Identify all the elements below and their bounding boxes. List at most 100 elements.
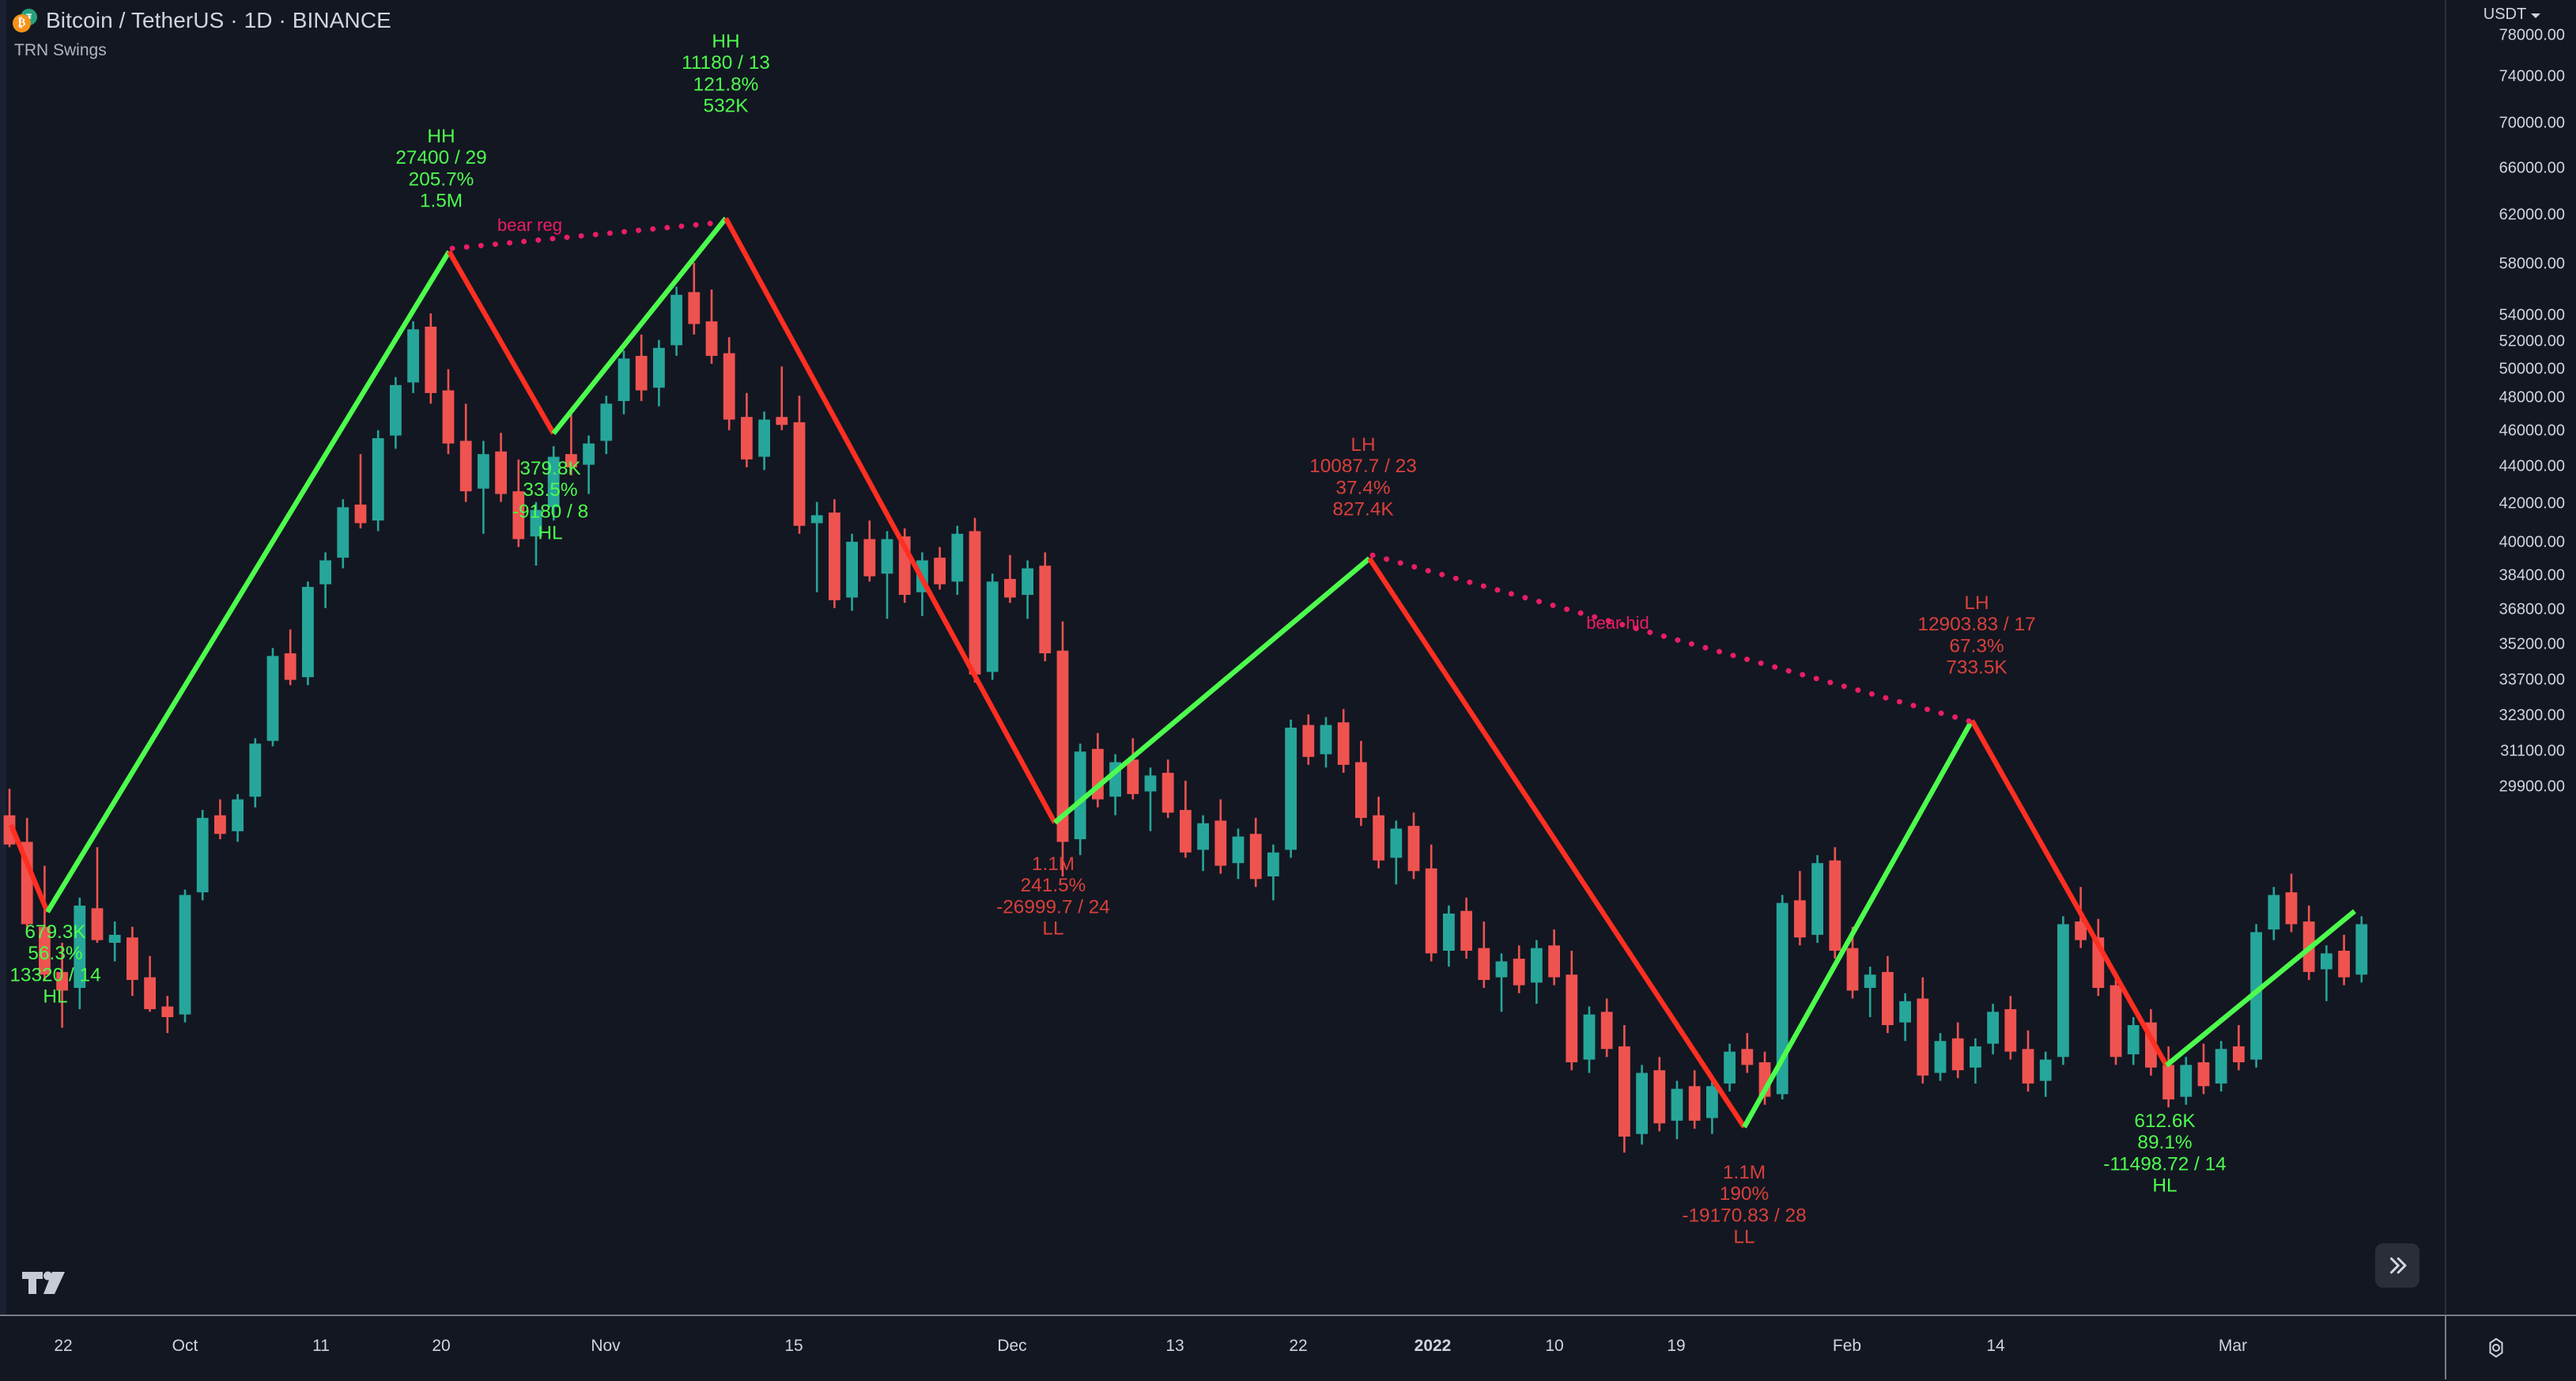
candle-body: [1197, 823, 1209, 850]
candle-body: [1846, 948, 1859, 991]
price-tick: 46000.00: [2499, 422, 2565, 440]
candle-body: [1829, 860, 1841, 952]
candle-body: [1724, 1051, 1736, 1084]
candle-body: [881, 539, 893, 574]
candle-body: [354, 504, 367, 524]
candle-body: [934, 558, 946, 585]
swing-line-up-1[interactable]: [45, 250, 451, 914]
candle-body: [670, 294, 682, 346]
candle-body: [1600, 1012, 1613, 1050]
candle-body: [179, 895, 191, 1015]
swing-line-down-2[interactable]: [447, 250, 556, 435]
swing-label-ll-1: 1.1M 241.5% -26999.7 / 24 LL: [996, 853, 1110, 940]
legend-symbol-row[interactable]: ₮ ₿ Bitcoin / TetherUS · 1D · BINANCE: [13, 5, 391, 36]
swing-label-line: 827.4K: [1332, 499, 1393, 520]
candle-body: [2233, 1046, 2245, 1063]
price-tick: 48000.00: [2499, 388, 2565, 407]
swing-label-line: -26999.7 / 24: [996, 896, 1110, 918]
candle-body: [2127, 1025, 2140, 1054]
price-tick: 33700.00: [2499, 671, 2565, 689]
divergence-line-bear-reg[interactable]: [449, 219, 726, 252]
swing-label-line: 532K: [704, 96, 749, 117]
candle-body: [1320, 725, 1332, 755]
candle-body: [372, 438, 384, 521]
swing-label-line: 679.3K: [25, 921, 85, 943]
scroll-to-realtime-button[interactable]: [2375, 1243, 2419, 1288]
swing-label-line: HL: [538, 523, 562, 544]
candle-body: [319, 560, 331, 585]
candlestick-canvas[interactable]: bear regbear hid 679.3K 56.3% 13320 / 14 HL…: [0, 0, 2445, 1315]
swing-label-line: 11180 / 13: [682, 52, 770, 74]
candle-body: [196, 818, 209, 893]
swing-label-line: LH: [1964, 592, 1989, 614]
candle-body: [1180, 810, 1192, 853]
swing-label-line: -11498.72 / 14: [2103, 1153, 2227, 1175]
candle-body: [829, 513, 840, 600]
candle-body: [1478, 948, 1490, 980]
time-tick: Dec: [997, 1337, 1027, 1355]
symbol-pair-icon: ₮ ₿: [13, 9, 37, 32]
swing-label-line: HH: [712, 31, 739, 52]
swing-line-down-4[interactable]: [1367, 557, 1747, 1129]
candle-body: [144, 977, 156, 1009]
chevron-down-icon[interactable]: [2531, 13, 2541, 18]
candle-body: [1653, 1070, 1666, 1124]
candle-body: [723, 353, 735, 420]
candle-body: [1864, 974, 1876, 989]
chart-pane[interactable]: bear reg bear hid 679.3K 56.3% 13320 / 14 HL…: [0, 0, 2445, 1315]
timezone-clock-button[interactable]: [2479, 1332, 2514, 1364]
candle-body: [1407, 826, 1420, 872]
tradingview-logo[interactable]: [21, 1266, 68, 1299]
candle-body: [2039, 1059, 2052, 1081]
swing-label-line: HH: [427, 126, 455, 147]
swing-label-line: HL: [2152, 1175, 2177, 1197]
swing-label-line: 1.1M: [1723, 1162, 1766, 1183]
chart-legend[interactable]: ₮ ₿ Bitcoin / TetherUS · 1D · BINANCE TR…: [13, 5, 391, 60]
candle-body: [1970, 1046, 1981, 1068]
candle-body: [1636, 1073, 1648, 1134]
price-tick: 31100.00: [2500, 742, 2565, 760]
candle-body: [459, 441, 472, 492]
indicator-title[interactable]: TRN Swings: [14, 41, 391, 60]
swing-line-up-2[interactable]: [551, 216, 728, 436]
price-axis-header[interactable]: USDT: [2446, 0, 2576, 28]
candle-body: [1127, 759, 1139, 794]
swing-label-line: 89.1%: [2137, 1132, 2192, 1153]
bitcoin-icon: ₿: [13, 14, 31, 32]
swing-label-line: LL: [1733, 1227, 1754, 1248]
clock-icon: [2489, 1337, 2503, 1358]
candle-body: [1987, 1012, 1999, 1044]
candle-body: [1425, 868, 1437, 954]
candle-body: [2180, 1065, 2193, 1097]
swing-label-line: 37.4%: [1335, 477, 1390, 498]
candle-body: [2215, 1049, 2227, 1084]
candle-body: [793, 422, 806, 526]
symbol-title[interactable]: Bitcoin / TetherUS · 1D · BINANCE: [46, 8, 391, 33]
candle-body: [810, 515, 823, 524]
swing-line-down-3[interactable]: [723, 217, 1057, 824]
time-tick: Oct: [172, 1337, 198, 1355]
candle-body: [741, 417, 753, 460]
candle-body: [1951, 1038, 1964, 1071]
swing-label-line: 121.8%: [693, 74, 759, 95]
time-axis[interactable]: 22 Oct 11 20 Nov 15 Dec 13 22 2022 10 19 Feb 14 Mar: [0, 1315, 2576, 1381]
price-tick: 35200.00: [2499, 635, 2565, 653]
divergence-label-bear-hid: bear hid: [1586, 613, 1649, 633]
candle-body: [1039, 566, 1052, 653]
candle-body: [653, 347, 665, 388]
swing-label-line: 13320 / 14: [9, 964, 100, 986]
swing-line-down-5[interactable]: [1970, 719, 2169, 1067]
candle-body: [425, 326, 437, 393]
candle-body: [1355, 762, 1367, 819]
swing-label-lh-2: LH 12903.83 / 17 67.3% 733.5K: [1917, 592, 2035, 679]
price-tick: 62000.00: [2499, 206, 2565, 224]
candle-body: [2355, 924, 2368, 975]
candle-body: [2110, 985, 2122, 1058]
candle-body: [1373, 815, 1384, 861]
time-tick: Feb: [1832, 1337, 1862, 1355]
price-axis[interactable]: USDT 78000.00 74000.00 70000.00 66000.00 620…: [2445, 0, 2576, 1315]
candle-body: [108, 934, 121, 943]
swing-line-up-3[interactable]: [1052, 556, 1372, 825]
candle-body: [2004, 1008, 2017, 1052]
candle-body: [1566, 974, 1578, 1063]
